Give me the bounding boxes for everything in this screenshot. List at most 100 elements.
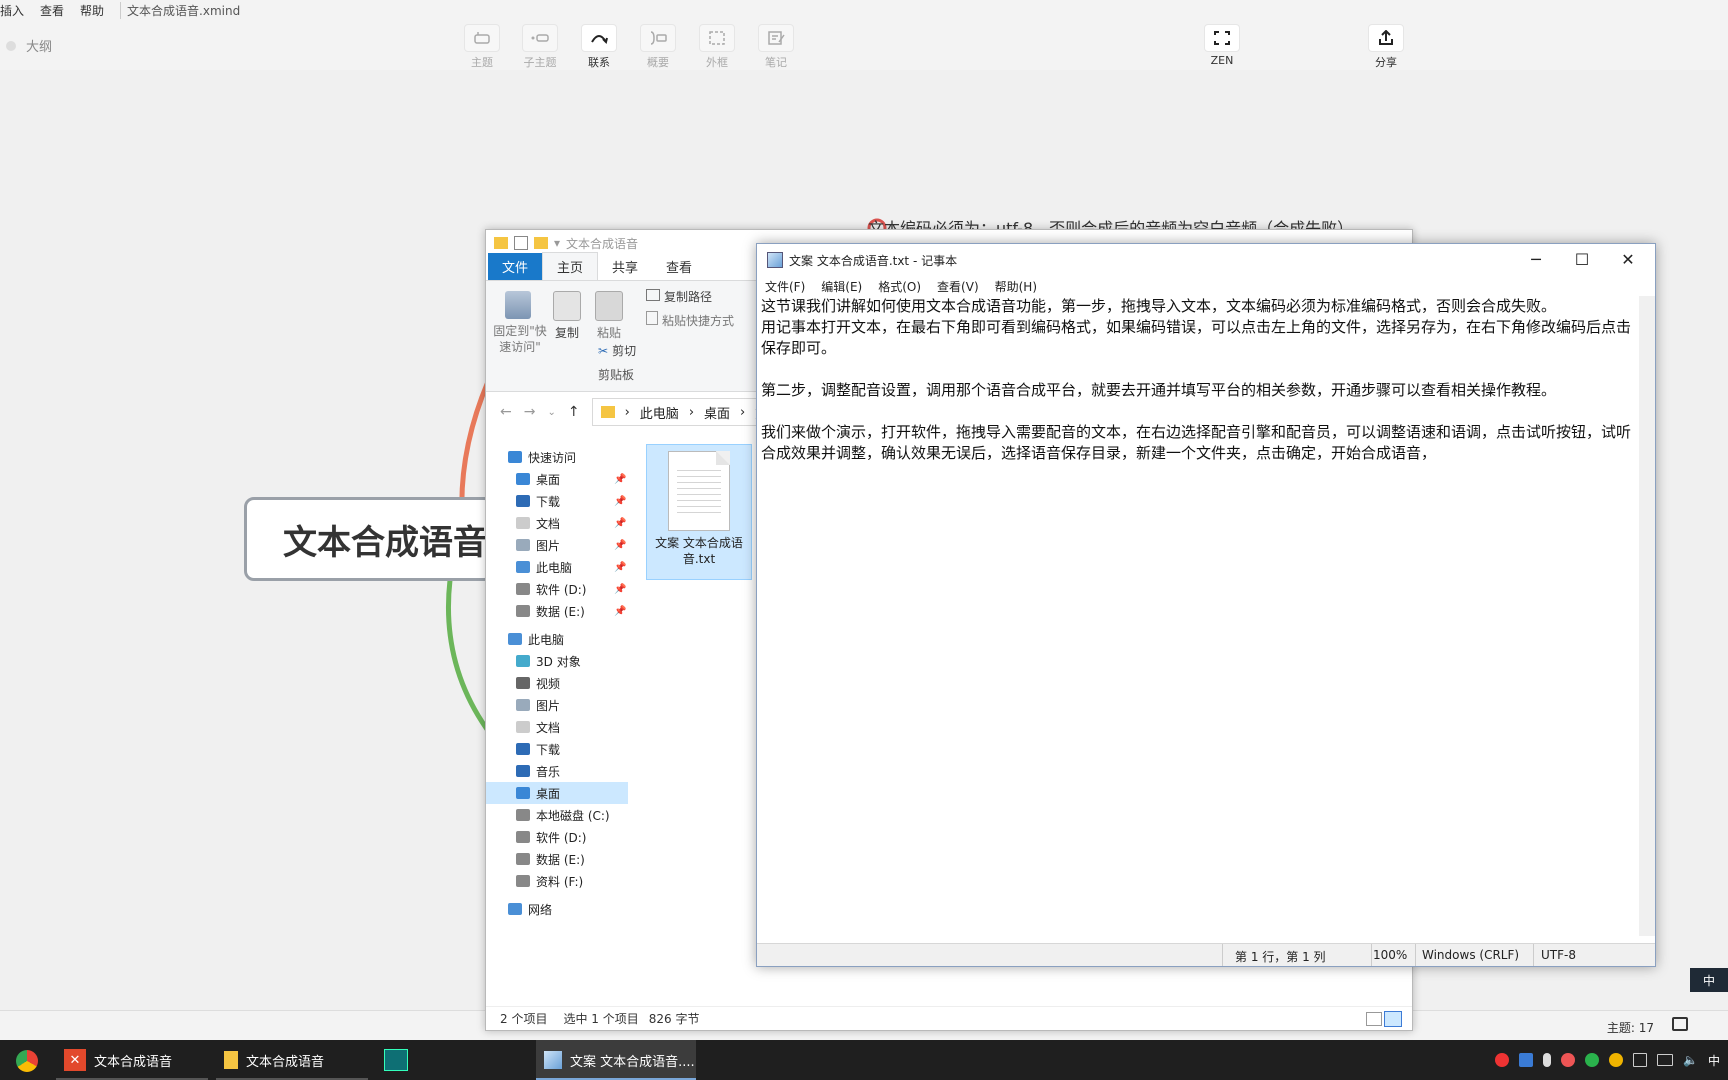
nav-item-icon <box>516 677 530 689</box>
nav-item[interactable]: 此电脑 📌 <box>486 556 628 578</box>
tab-home[interactable]: 主页 <box>542 252 599 280</box>
paste-button[interactable]: 粘贴 <box>592 291 626 341</box>
record-icon[interactable] <box>1495 1053 1510 1067</box>
topic-icon <box>474 32 490 44</box>
nav-item-icon <box>516 561 530 573</box>
copy-path-button[interactable]: 复制路径 <box>646 289 712 305</box>
share-icon <box>1379 30 1393 45</box>
taskbar-xmind[interactable]: ✕ 文本合成语音 <box>56 1040 208 1080</box>
paste-shortcut-button[interactable]: 粘贴快捷方式 <box>646 311 734 329</box>
recent-dropdown-icon[interactable]: ⌄ <box>547 407 555 418</box>
nav-item[interactable]: 文档 <box>486 716 628 738</box>
up-arrow-icon[interactable]: ↑ <box>568 404 580 420</box>
wechat-icon[interactable] <box>1585 1053 1600 1067</box>
nav-item[interactable]: 视频 <box>486 672 628 694</box>
map-icon[interactable] <box>1672 1017 1688 1031</box>
menu-insert[interactable]: 插入 <box>0 2 24 19</box>
microphone-icon[interactable] <box>1543 1053 1552 1067</box>
nav-item-icon <box>516 699 530 711</box>
details-view-icon[interactable] <box>1366 1012 1382 1026</box>
large-icons-view-icon[interactable] <box>1384 1011 1402 1027</box>
menu-view[interactable]: 查看 <box>40 2 64 19</box>
new-folder-icon[interactable] <box>534 237 548 249</box>
minimize-button[interactable]: ─ <box>1513 244 1559 274</box>
topic-button[interactable]: 主题 <box>458 24 506 70</box>
vertical-scrollbar[interactable] <box>1639 296 1655 936</box>
breadcrumb-sep-icon: › <box>688 404 695 420</box>
ime-indicator[interactable]: 中 <box>1690 968 1728 992</box>
breadcrumb-this-pc[interactable]: 此电脑 <box>640 403 679 422</box>
zen-button[interactable]: ZEN <box>1198 24 1246 67</box>
nav-item[interactable]: 数据 (E:) <box>486 848 628 870</box>
app-tray-icon[interactable] <box>1519 1053 1534 1067</box>
nav-item[interactable]: 3D 对象 <box>486 650 628 672</box>
tab-file[interactable]: 文件 <box>488 253 543 280</box>
taskbar-video-app[interactable] <box>376 1040 528 1080</box>
close-button[interactable]: ✕ <box>1605 244 1651 274</box>
nav-item[interactable]: 下载 <box>486 738 628 760</box>
tab-share[interactable]: 共享 <box>598 253 652 280</box>
nav-item[interactable]: 下载 📌 <box>486 490 628 512</box>
nav-item[interactable]: 数据 (E:) 📌 <box>486 600 628 622</box>
menu-view[interactable]: 查看(V) <box>937 278 979 295</box>
nav-item[interactable]: 快速访问 <box>486 446 628 468</box>
subtopic-button[interactable]: 子主题 <box>516 24 564 70</box>
file-item-txt[interactable]: 文案 文本合成语 音.txt <box>646 444 752 580</box>
nav-item-label: 本地磁盘 (C:) <box>536 808 610 823</box>
menu-help[interactable]: 帮助 <box>80 2 104 19</box>
maximize-button[interactable]: ☐ <box>1559 244 1605 274</box>
nav-item[interactable]: 音乐 <box>486 760 628 782</box>
share-button[interactable]: 分享 <box>1362 24 1410 70</box>
menu-format[interactable]: 格式(O) <box>878 278 921 295</box>
ime-tray[interactable]: 中 <box>1708 1052 1720 1069</box>
nav-item-label: 图片 <box>536 698 561 713</box>
nav-item[interactable]: 本地磁盘 (C:) <box>486 804 628 826</box>
breadcrumb-desktop[interactable]: 桌面 <box>704 403 730 422</box>
pin-icon: 📌 <box>614 583 627 595</box>
taskbar-explorer[interactable]: 文本合成语音 <box>216 1040 368 1080</box>
copy-button[interactable]: 复制 <box>550 291 584 341</box>
menu-file[interactable]: 文件(F) <box>765 278 805 295</box>
nav-item[interactable]: 桌面 <box>486 782 628 804</box>
network-icon[interactable] <box>1657 1054 1674 1066</box>
outline-toggle[interactable]: 大纲 <box>6 36 52 55</box>
relationship-button[interactable]: 联系 <box>575 24 623 70</box>
nav-item[interactable]: 图片 <box>486 694 628 716</box>
vpn-icon[interactable] <box>1609 1053 1624 1067</box>
volume-icon[interactable]: 🔈 <box>1683 1053 1698 1067</box>
nav-item[interactable]: 软件 (D:) <box>486 826 628 848</box>
menu-edit[interactable]: 编辑(E) <box>821 278 862 295</box>
nav-item[interactable]: 图片 📌 <box>486 534 628 556</box>
window-icon[interactable] <box>1633 1053 1648 1067</box>
taskbar-notepad[interactable]: 文案 文本合成语音.... <box>536 1040 696 1080</box>
explorer-nav-pane: 快速访问 桌面 📌 下载 📌 文档 📌 图片 📌 此电脑 📌 软件 (D:) 📌 数据 (E:) 📌 此电脑 3… <box>486 442 628 1002</box>
properties-icon[interactable] <box>514 236 528 250</box>
nav-item[interactable]: 桌面 📌 <box>486 468 628 490</box>
nav-item[interactable]: 资料 (F:) <box>486 870 628 892</box>
pin-icon: 📌 <box>614 495 627 507</box>
forward-arrow-icon[interactable]: → <box>524 404 536 420</box>
summary-button[interactable]: 概要 <box>634 24 682 70</box>
note-button[interactable]: 笔记 <box>752 24 800 70</box>
root-topic[interactable]: 文本合成语音 <box>244 497 494 581</box>
nav-item-label: 音乐 <box>536 764 561 779</box>
notepad-text-area[interactable]: 这节课我们讲解如何使用文本合成语音功能，第一步，拖拽导入文本，文本编码必须为标准… <box>761 296 1633 936</box>
tab-view[interactable]: 查看 <box>652 253 706 280</box>
cut-button[interactable]: ✂ 剪切 <box>598 343 636 359</box>
nav-item[interactable]: 文档 📌 <box>486 512 628 534</box>
nav-item-label: 文档 <box>536 720 561 735</box>
boundary-button[interactable]: 外框 <box>693 24 741 70</box>
antivirus-icon[interactable] <box>1561 1053 1576 1067</box>
nav-item-icon <box>516 721 530 733</box>
nav-item[interactable]: 软件 (D:) 📌 <box>486 578 628 600</box>
nav-item[interactable]: 此电脑 <box>486 628 628 650</box>
menu-help[interactable]: 帮助(H) <box>995 278 1037 295</box>
nav-item-icon <box>516 495 530 507</box>
pin-icon: 📌 <box>614 539 627 551</box>
quick-access-dropdown-icon[interactable]: ▾ <box>554 236 560 250</box>
pin-quick-access-button[interactable]: 固定到"快速访问" <box>492 291 547 355</box>
back-arrow-icon[interactable]: ← <box>500 404 512 420</box>
browser-icon[interactable] <box>16 1050 38 1072</box>
zoom-level: 100% <box>1373 948 1408 962</box>
nav-item[interactable]: 网络 <box>486 898 628 920</box>
